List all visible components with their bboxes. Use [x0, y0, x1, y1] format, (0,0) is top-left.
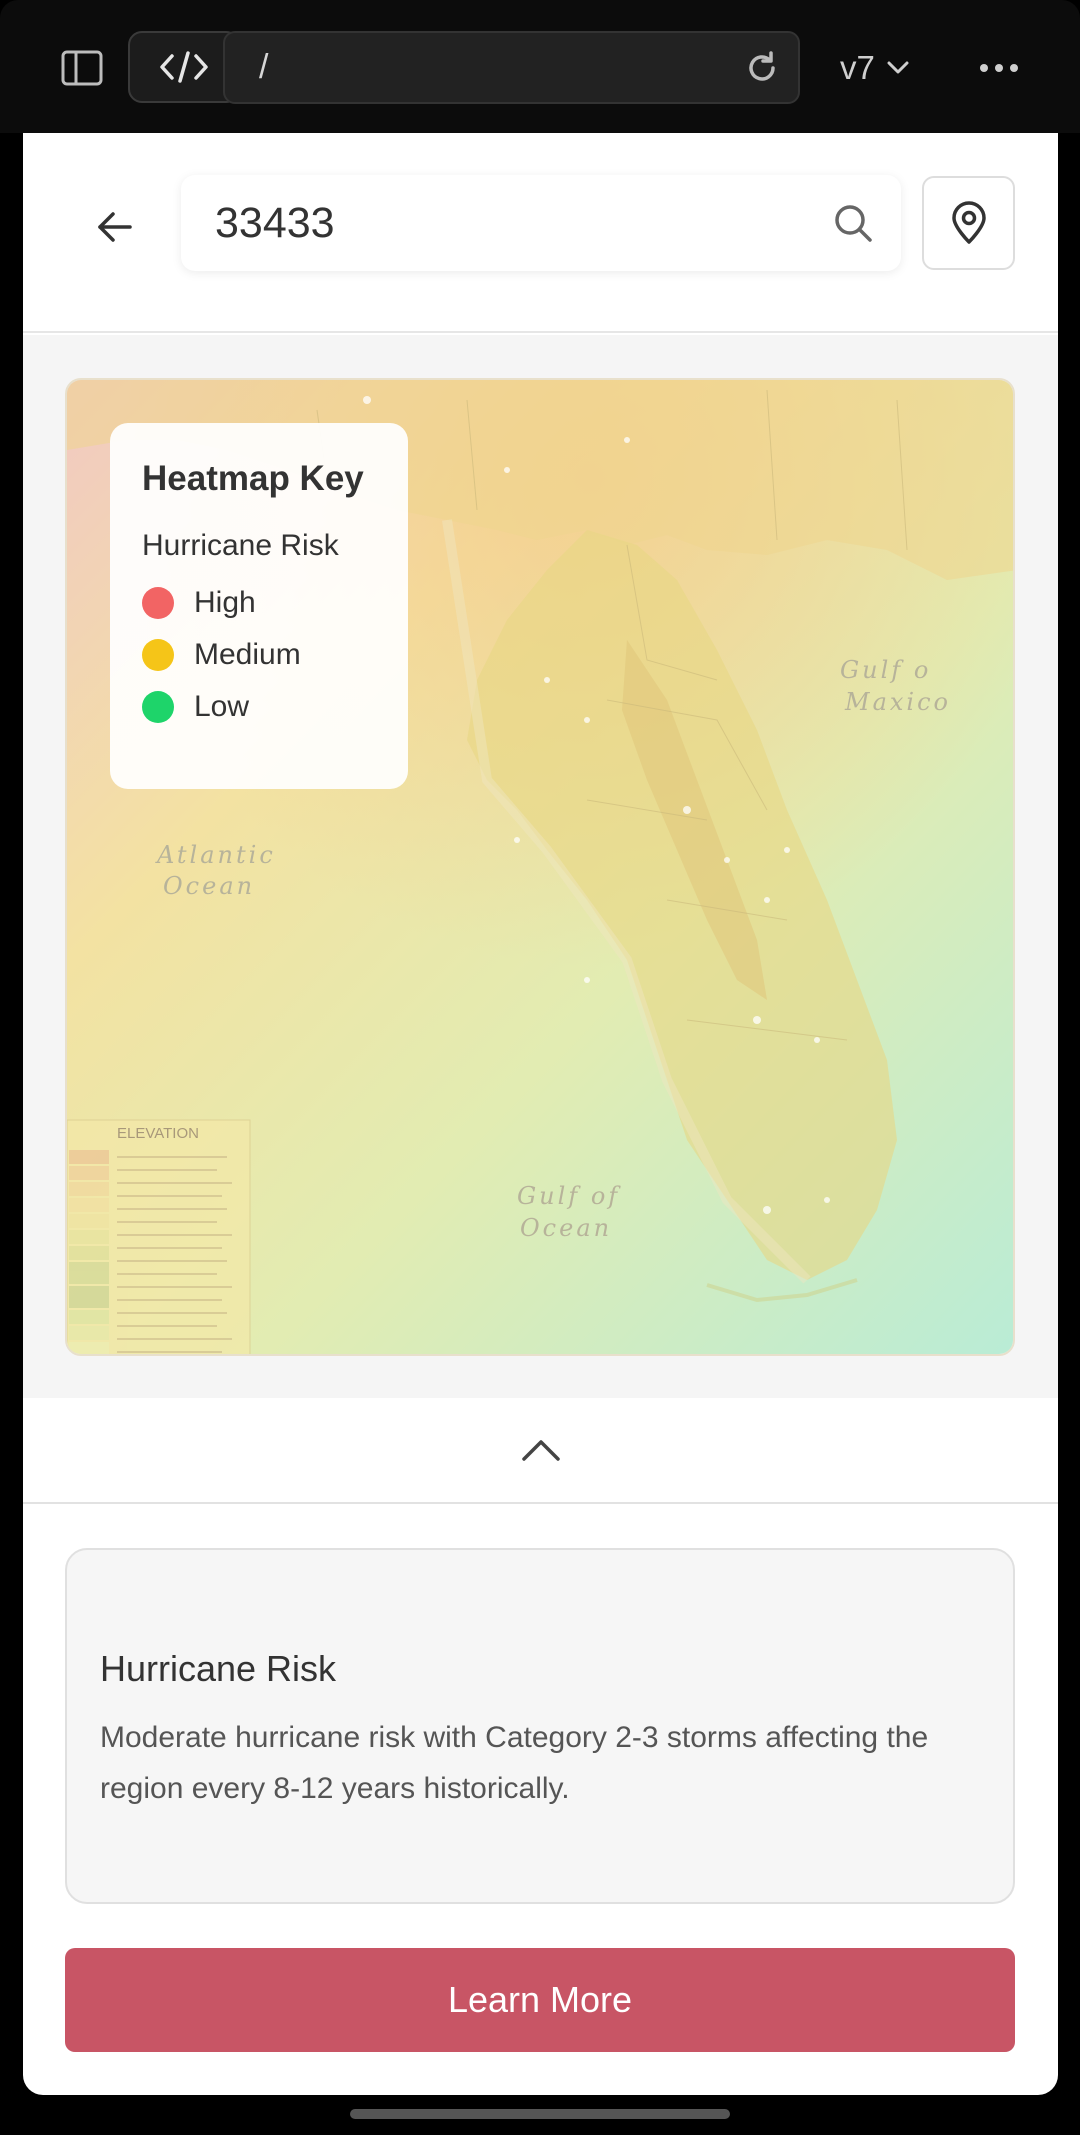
high-risk-dot	[142, 587, 174, 619]
chevron-up-icon	[521, 1440, 560, 1461]
back-button[interactable]	[83, 195, 147, 259]
version-label: v7	[840, 49, 875, 86]
medium-risk-dot	[142, 639, 174, 671]
sidebar-toggle-icon[interactable]	[54, 36, 110, 100]
heatmap[interactable]: Gulf o Maxico Atlantic Ocean Gulf of Oce…	[65, 378, 1015, 1356]
legend-item-high: High	[142, 577, 408, 629]
legend-item-label: High	[194, 586, 256, 619]
map-pin-icon	[951, 201, 986, 244]
location-button[interactable]	[922, 176, 1015, 270]
low-risk-dot	[142, 691, 174, 723]
map-label-gulf-mexico: Gulf o	[840, 656, 931, 684]
map-label-gulf-ocean-2: Ocean	[520, 1214, 612, 1242]
legend-subtitle: Hurricane Risk	[142, 529, 339, 562]
legend-item-low: Low	[142, 681, 408, 733]
elevation-key: ELEVATION	[67, 1119, 251, 1354]
legend-item-medium: Medium	[142, 629, 408, 681]
search-value: 33433	[215, 198, 335, 247]
risk-description: Moderate hurricane risk with Category 2-…	[100, 1721, 929, 1805]
map-label-gulf-ocean: Gulf of	[517, 1182, 621, 1210]
arrow-left-icon	[98, 212, 132, 242]
map-label-atlantic-2: Ocean	[163, 872, 255, 900]
url-bar[interactable]: /	[223, 31, 800, 104]
browser-toolbar: / v7	[0, 0, 1080, 133]
map-label-atlantic: Atlantic	[155, 841, 276, 869]
code-icon	[160, 51, 208, 83]
zip-search-input[interactable]: 33433	[181, 175, 901, 271]
home-indicator	[350, 2109, 730, 2119]
legend-item-label: Low	[194, 690, 250, 723]
heatmap-legend: Heatmap Key Hurricane Risk High Medium L…	[110, 423, 408, 789]
app-viewport: 33433 Gulf o Maxico Atlantic Ocean Gulf …	[23, 133, 1058, 2095]
legend-item-label: Medium	[194, 638, 301, 671]
reload-icon[interactable]	[744, 50, 780, 86]
risk-info-card: Hurricane Risk Moderate hurricane risk w…	[65, 1548, 1015, 1904]
collapse-toggle[interactable]	[23, 1398, 1058, 1504]
map-section: Gulf o Maxico Atlantic Ocean Gulf of Oce…	[23, 335, 1058, 1398]
search-header: 33433	[23, 133, 1058, 333]
legend-title: Heatmap Key	[142, 459, 364, 498]
url-text: /	[259, 48, 269, 86]
learn-more-button[interactable]: Learn More	[65, 1948, 1015, 2052]
version-selector[interactable]: v7	[840, 36, 909, 100]
risk-title: Hurricane Risk	[100, 1648, 337, 1689]
more-options-icon[interactable]	[975, 36, 1023, 100]
map-label-gulf-mexico-2: Maxico	[844, 688, 951, 716]
search-icon[interactable]	[833, 203, 873, 243]
chevron-down-icon	[887, 61, 909, 74]
elevation-label: ELEVATION	[117, 1125, 199, 1142]
